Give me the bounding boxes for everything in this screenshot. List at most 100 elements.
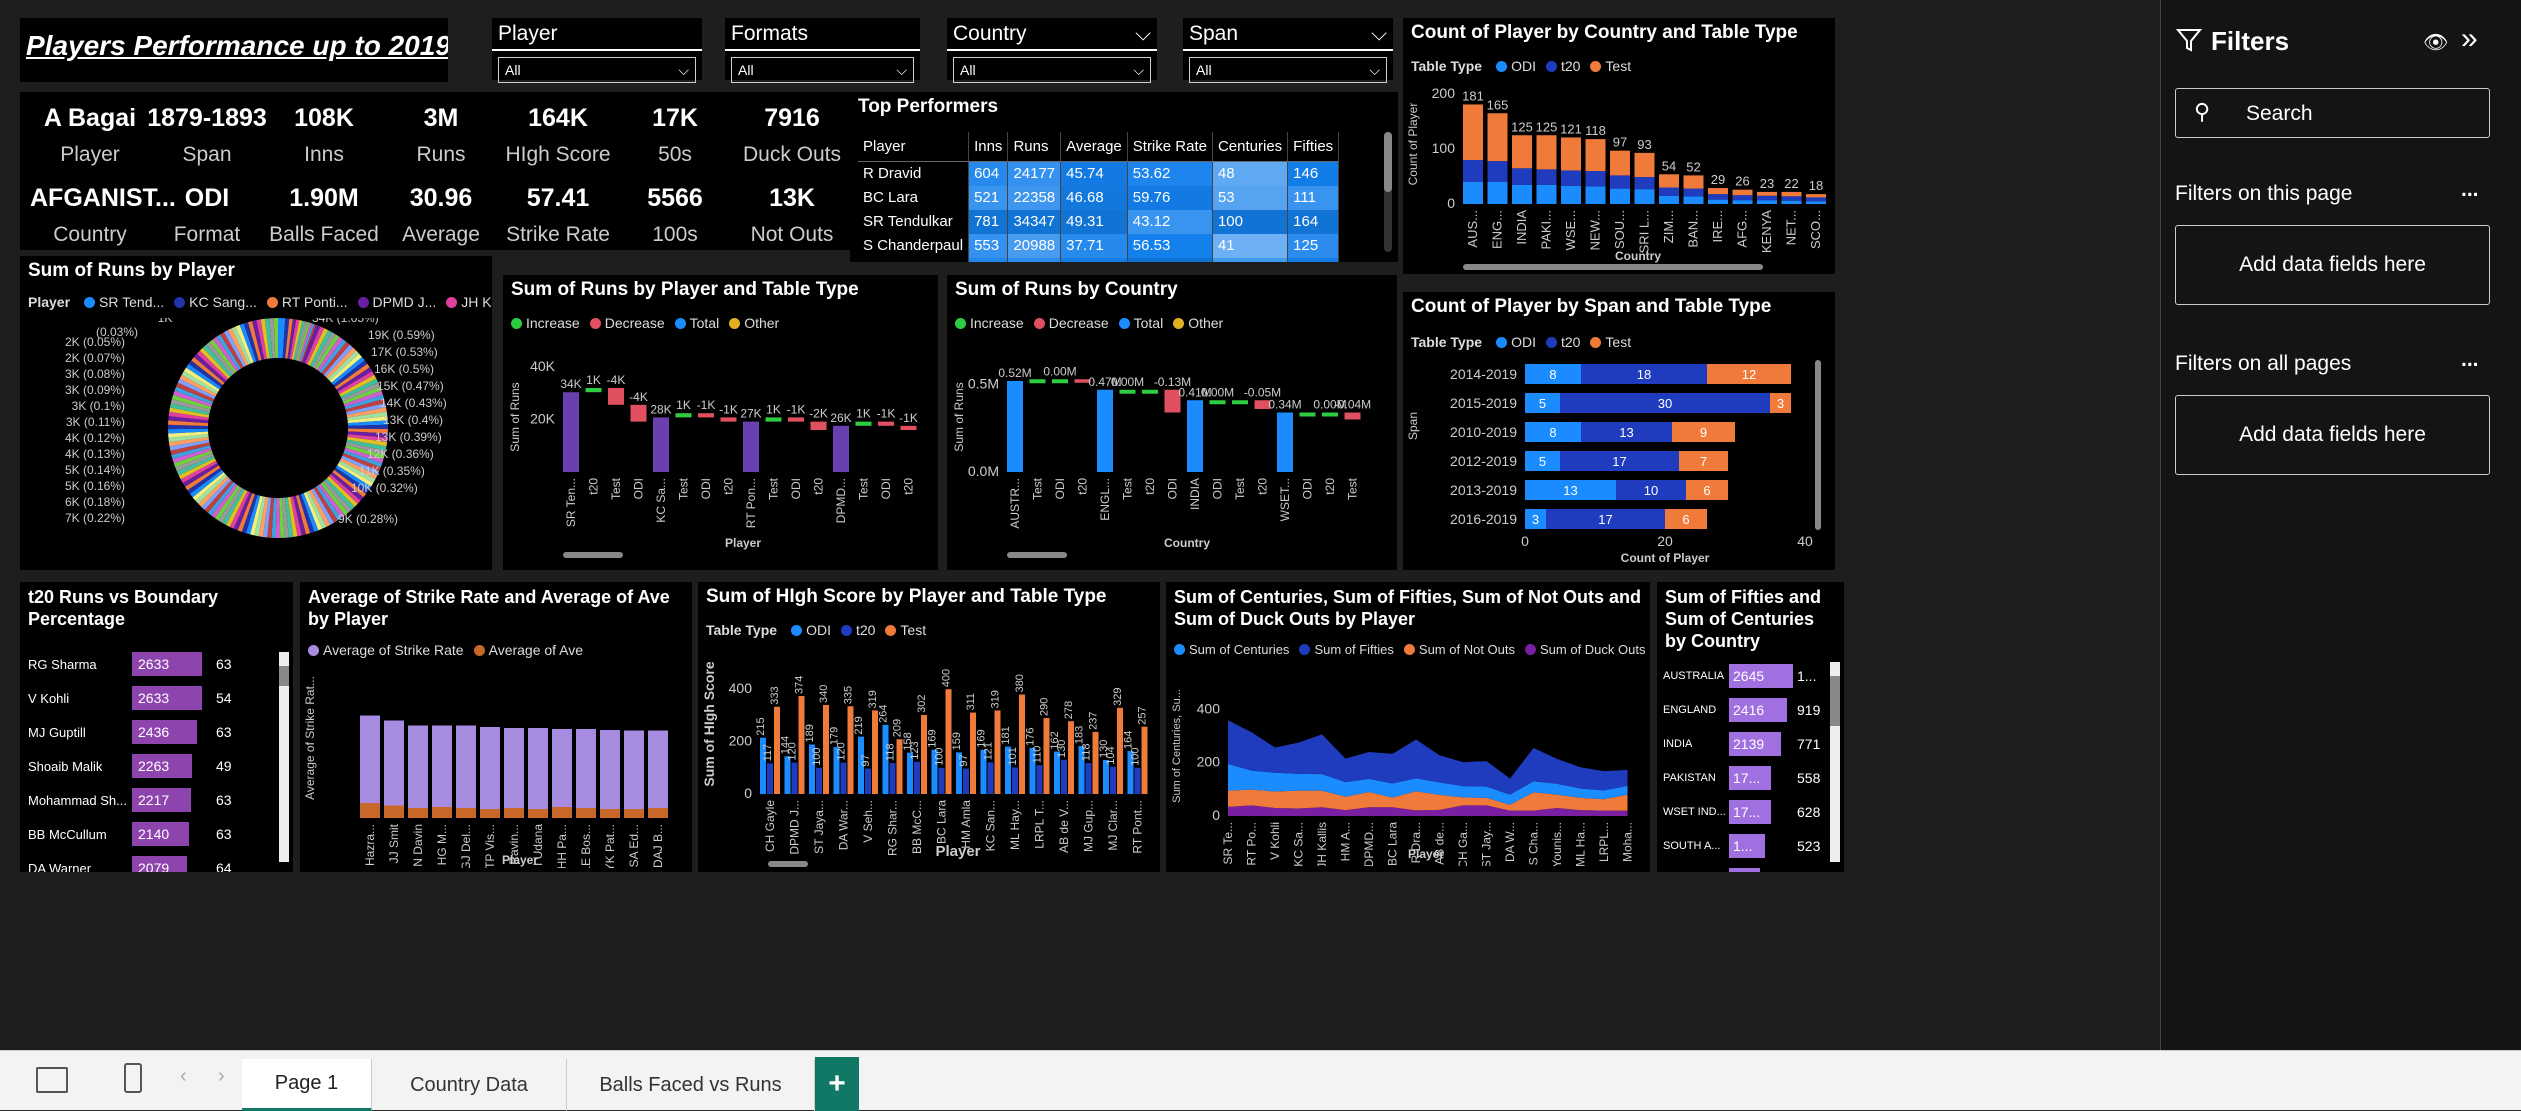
- bar[interactable]: [1757, 191, 1777, 196]
- waterfall-bar[interactable]: [563, 392, 579, 472]
- area-segment[interactable]: [552, 807, 572, 818]
- bar[interactable]: [1610, 175, 1630, 189]
- legend-item[interactable]: Decrease: [589, 315, 665, 331]
- waterfall-bar[interactable]: [585, 388, 602, 393]
- table-scrollbar[interactable]: [279, 652, 289, 862]
- waterfall-bar[interactable]: [1344, 412, 1361, 420]
- bar[interactable]: [798, 696, 805, 794]
- bar[interactable]: [1757, 195, 1777, 201]
- bar[interactable]: [1536, 184, 1557, 204]
- area-segment[interactable]: [552, 729, 572, 818]
- legend-item[interactable]: Total: [1118, 315, 1163, 331]
- waterfall-bar[interactable]: [1322, 412, 1338, 417]
- area-segment[interactable]: [528, 809, 548, 818]
- table-row[interactable]: INDIA 2139 771: [1661, 730, 1826, 758]
- area-segment[interactable]: [624, 809, 644, 818]
- next-page-icon[interactable]: ›: [218, 1065, 225, 1088]
- bar[interactable]: [1043, 718, 1050, 794]
- bar[interactable]: [1561, 185, 1581, 204]
- waterfall-bar[interactable]: [1232, 400, 1248, 405]
- area-segment[interactable]: [528, 728, 548, 818]
- area-segment[interactable]: [504, 728, 524, 818]
- bar[interactable]: [1781, 200, 1802, 204]
- waterfall-bar[interactable]: [765, 417, 782, 422]
- area-segment[interactable]: [480, 727, 500, 818]
- bar[interactable]: [1634, 152, 1655, 178]
- legend-item[interactable]: ODI: [1496, 334, 1536, 350]
- waterfall-bar[interactable]: [1119, 389, 1136, 394]
- bar[interactable]: [1806, 201, 1826, 204]
- bar[interactable]: [865, 768, 871, 794]
- desktop-view-icon[interactable]: [36, 1067, 68, 1093]
- legend-item[interactable]: Other: [729, 315, 779, 331]
- waterfall-bar[interactable]: [720, 417, 737, 422]
- tab-balls-faced-vs-runs[interactable]: Balls Faced vs Runs: [567, 1059, 815, 1111]
- table-row[interactable]: PAKISTAN 17... 558: [1661, 764, 1826, 792]
- area-segment[interactable]: [576, 729, 596, 818]
- bar[interactable]: [1781, 196, 1802, 201]
- waterfall-bar[interactable]: [630, 404, 647, 422]
- slicer-country[interactable]: Country ⌵ All ⌵: [947, 18, 1157, 83]
- area-segment[interactable]: [576, 808, 596, 818]
- area-segment[interactable]: [360, 803, 380, 818]
- table-row[interactable]: SRI LANKA1...427: [1661, 866, 1826, 872]
- bar[interactable]: [1708, 199, 1728, 204]
- column-header[interactable]: Player: [858, 132, 970, 162]
- bar[interactable]: [987, 762, 994, 794]
- area-segment[interactable]: [408, 725, 428, 819]
- bar[interactable]: [1610, 188, 1630, 204]
- slicer-span[interactable]: Span ⌵ All ⌵: [1183, 18, 1393, 83]
- column-header[interactable]: Average: [1060, 132, 1128, 162]
- legend-item[interactable]: Sum of Not Outs: [1403, 642, 1515, 657]
- waterfall-bar[interactable]: [743, 421, 759, 472]
- bar[interactable]: [1512, 135, 1532, 169]
- area-segment[interactable]: [456, 808, 476, 818]
- bar[interactable]: [1487, 182, 1508, 204]
- waterfall-bar[interactable]: [810, 421, 827, 430]
- bar[interactable]: [1512, 168, 1532, 185]
- more-options-icon[interactable]: ...: [2461, 178, 2479, 202]
- bar[interactable]: [1463, 182, 1483, 204]
- legend-item[interactable]: RT Ponti...: [266, 294, 348, 310]
- bar[interactable]: [1634, 189, 1655, 204]
- area-segment[interactable]: [504, 808, 524, 818]
- filter-search-box[interactable]: ⚲ Search: [2175, 88, 2490, 138]
- area-segment[interactable]: [360, 715, 380, 819]
- legend-item[interactable]: t20: [840, 622, 875, 638]
- bar[interactable]: [1732, 195, 1753, 201]
- bar[interactable]: [1659, 195, 1679, 204]
- tab-page-1[interactable]: Page 1: [242, 1059, 372, 1111]
- waterfall-bar[interactable]: [855, 421, 872, 426]
- bar[interactable]: [1141, 726, 1148, 794]
- legend-item[interactable]: JH Kallis: [446, 294, 492, 310]
- table-scrollbar[interactable]: [1384, 132, 1392, 252]
- bar[interactable]: [1634, 177, 1655, 190]
- collapse-icon[interactable]: »: [2461, 22, 2478, 56]
- scrollbar[interactable]: [1463, 264, 1763, 270]
- bar[interactable]: [1134, 767, 1141, 794]
- bar[interactable]: [1757, 200, 1777, 204]
- area-segment[interactable]: [480, 809, 500, 818]
- bar[interactable]: [1487, 161, 1508, 182]
- waterfall-bar[interactable]: [833, 425, 849, 472]
- bar[interactable]: [1110, 766, 1116, 794]
- legend-item[interactable]: Sum of Centuries: [1174, 642, 1289, 657]
- bar[interactable]: [1463, 104, 1483, 160]
- scrollbar[interactable]: [1007, 552, 1067, 558]
- legend-item[interactable]: t20: [1545, 334, 1580, 350]
- bar[interactable]: [938, 767, 945, 794]
- legend-item[interactable]: Other: [1173, 315, 1223, 331]
- scrollbar[interactable]: [768, 861, 808, 867]
- column-header[interactable]: Strike Rate: [1127, 132, 1213, 162]
- bar[interactable]: [1683, 175, 1704, 189]
- table-row[interactable]: SR Tendulkar 781 34347 49.31 43.12 100 164: [858, 209, 1340, 234]
- slicer-dropdown[interactable]: All ⌵: [1189, 57, 1387, 83]
- bar[interactable]: [1708, 188, 1728, 195]
- table-row[interactable]: Shoaib Malik 2263 49: [26, 752, 266, 780]
- legend-item[interactable]: Sum of Fifties: [1299, 642, 1394, 657]
- slicer-formats[interactable]: Formats All ⌵: [725, 18, 920, 83]
- table-row[interactable]: R Dravid 604 24177 45.74 53.62 48 146: [858, 161, 1340, 186]
- bar[interactable]: [1117, 707, 1123, 794]
- table-row[interactable]: BB McCullum 2140 63: [26, 820, 266, 848]
- bar[interactable]: [1683, 196, 1704, 204]
